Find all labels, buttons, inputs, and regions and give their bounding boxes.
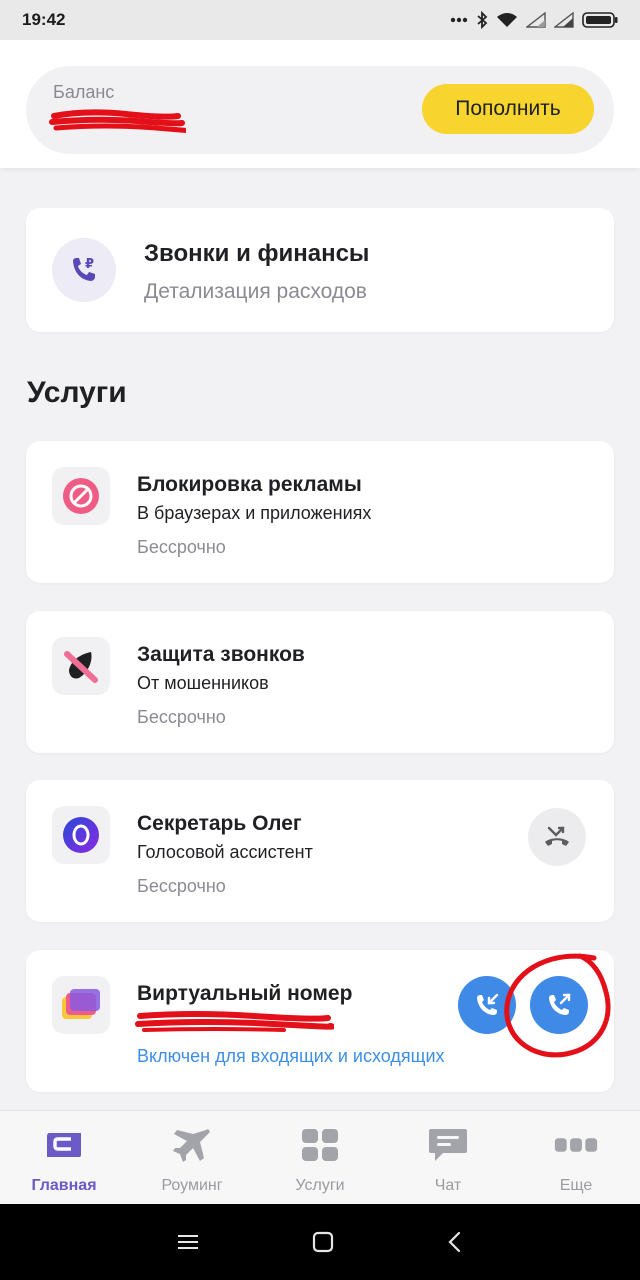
system-nav-bar xyxy=(0,1204,640,1280)
topup-button[interactable]: Пополнить xyxy=(422,84,594,134)
wifi-icon xyxy=(496,12,518,28)
bottom-nav: Главная Роуминг Услуги Чат Еще xyxy=(0,1110,640,1204)
more-dots-icon xyxy=(450,17,468,23)
svg-text:₽: ₽ xyxy=(85,257,94,272)
call-protection-icon xyxy=(52,637,110,695)
services-section-title: Услуги xyxy=(27,376,127,409)
finance-subtitle: Детализация расходов xyxy=(144,280,367,303)
plane-icon xyxy=(170,1127,214,1163)
service-title: Секретарь Олег xyxy=(137,812,302,835)
service-subtitle: В браузерах и приложениях xyxy=(137,503,372,523)
chat-icon xyxy=(426,1127,470,1163)
nav-item-chat[interactable]: Чат xyxy=(384,1111,512,1204)
service-title: Виртуальный номер xyxy=(137,982,353,1005)
service-subtitle: Голосовой ассистент xyxy=(137,842,313,862)
battery-icon xyxy=(582,12,618,28)
no-ads-icon xyxy=(52,467,110,525)
signal-icon xyxy=(554,12,574,28)
service-title: Защита звонков xyxy=(137,643,305,666)
service-card-ad-block[interactable]: Блокировка рекламы В браузерах и приложе… xyxy=(26,441,614,583)
back-icon[interactable] xyxy=(447,1231,463,1253)
menu-icon[interactable] xyxy=(177,1233,199,1251)
nav-label: Главная xyxy=(31,1177,97,1194)
home-square-icon[interactable] xyxy=(312,1231,334,1253)
status-time: 19:42 xyxy=(22,10,66,29)
nav-label: Роуминг xyxy=(161,1177,223,1194)
status-bar: 19:42 xyxy=(0,0,640,40)
service-card-secretary-oleg[interactable]: Секретарь Олег Голосовой ассистент Бесср… xyxy=(26,780,614,922)
virtual-number-icon xyxy=(52,976,110,1034)
missed-call-icon[interactable] xyxy=(528,808,586,866)
balance-header: Баланс Пополнить xyxy=(0,40,640,168)
signal-icon xyxy=(526,12,546,28)
balance-label: Баланс xyxy=(53,82,115,102)
incoming-call-icon[interactable] xyxy=(458,976,516,1034)
nav-label: Чат xyxy=(434,1177,462,1194)
nav-label: Услуги xyxy=(295,1177,345,1194)
balance-value xyxy=(53,110,213,136)
nav-item-roaming[interactable]: Роуминг xyxy=(128,1111,256,1204)
nav-item-more[interactable]: Еще xyxy=(512,1111,640,1204)
service-title: Блокировка рекламы xyxy=(137,473,362,496)
nav-label: Еще xyxy=(559,1177,593,1194)
more-icon xyxy=(554,1127,598,1163)
service-card-virtual-number[interactable]: Виртуальный номер Включен для входящих и… xyxy=(26,950,614,1092)
service-status: Бессрочно xyxy=(137,537,226,557)
nav-item-home[interactable]: Главная xyxy=(0,1111,128,1204)
service-status: Включен для входящих и исходящих xyxy=(137,1046,445,1066)
finance-title: Звонки и финансы xyxy=(144,240,370,267)
balance-pill[interactable]: Баланс Пополнить xyxy=(26,66,614,154)
home-icon xyxy=(42,1127,86,1163)
oleg-assistant-icon xyxy=(52,806,110,864)
status-icons xyxy=(450,11,618,29)
bluetooth-icon xyxy=(476,11,488,29)
outgoing-call-icon[interactable] xyxy=(530,976,588,1034)
grid-icon xyxy=(298,1127,342,1163)
phone-ruble-icon: ₽ xyxy=(52,238,116,302)
service-card-call-protection[interactable]: Защита звонков От мошенников Бессрочно xyxy=(26,611,614,753)
calls-finance-card[interactable]: ₽ Звонки и финансы Детализация расходов xyxy=(26,208,614,332)
service-status: Бессрочно xyxy=(137,876,226,896)
redaction-scribble xyxy=(135,1011,334,1032)
service-subtitle: От мошенников xyxy=(137,673,269,693)
nav-item-services[interactable]: Услуги xyxy=(256,1111,384,1204)
service-status: Бессрочно xyxy=(137,707,226,727)
